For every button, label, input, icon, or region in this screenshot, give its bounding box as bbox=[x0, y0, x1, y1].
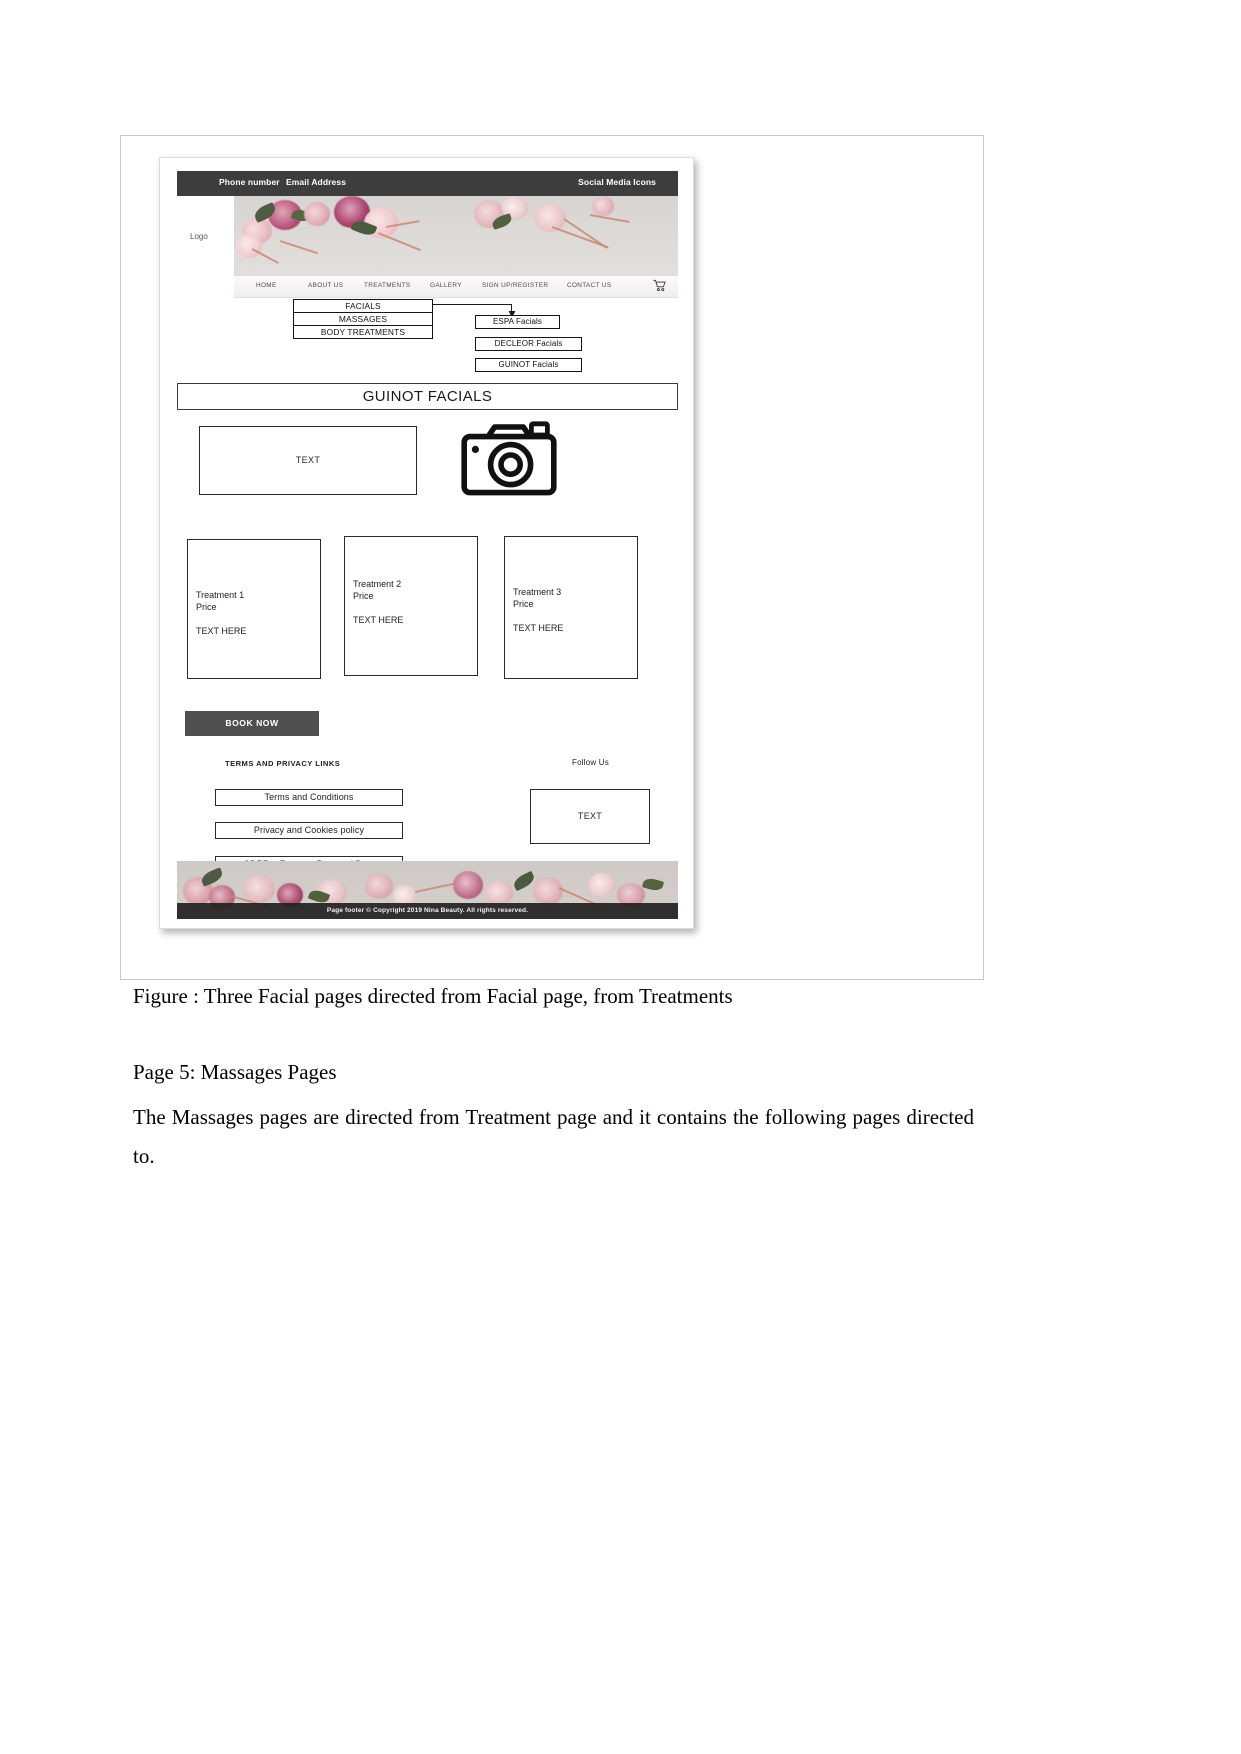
treatment-1-body: TEXT HERE bbox=[196, 626, 247, 636]
site-utility-bar: Phone number Email Address Social Media … bbox=[177, 171, 678, 196]
wireframe-canvas: Phone number Email Address Social Media … bbox=[177, 171, 678, 919]
follow-us-heading: Follow Us bbox=[572, 758, 609, 767]
follow-us-text: TEXT bbox=[577, 811, 603, 821]
page-title-banner: GUINOT FACIALS bbox=[177, 383, 678, 410]
footer-link-privacy-and-cookies[interactable]: Privacy and Cookies policy bbox=[215, 822, 403, 839]
treatment-3-body: TEXT HERE bbox=[513, 623, 564, 633]
document-page: Phone number Email Address Social Media … bbox=[0, 0, 1241, 1754]
figure-frame: Phone number Email Address Social Media … bbox=[120, 135, 984, 980]
figure-caption: Figure : Three Facial pages directed fro… bbox=[133, 984, 733, 1008]
section-heading: Page 5: Massages Pages bbox=[133, 1060, 337, 1084]
treatment-1-name: Treatment 1 bbox=[196, 590, 245, 600]
camera-icon bbox=[461, 421, 557, 496]
footer-flower-banner: Page footer © Copyright 2019 Nina Beauty… bbox=[177, 861, 678, 919]
treatment-2-name: Treatment 2 bbox=[353, 579, 402, 589]
treatment-1-price: Price bbox=[196, 602, 217, 612]
book-now-button[interactable]: BOOK NOW bbox=[185, 711, 319, 736]
treatment-card-1[interactable]: Treatment 1 Price TEXT HERE bbox=[187, 539, 321, 679]
copyright-text: Page footer © Copyright 2019 Nina Beauty… bbox=[326, 907, 529, 914]
body-paragraph: The Massages pages are directed from Tre… bbox=[133, 1105, 974, 1168]
footer-link-terms-and-conditions[interactable]: Terms and Conditions bbox=[215, 789, 403, 806]
intro-text-placeholder: TEXT bbox=[199, 426, 417, 495]
treatment-card-3[interactable]: Treatment 3 Price TEXT HERE bbox=[504, 536, 638, 679]
intro-text-label: TEXT bbox=[295, 455, 321, 465]
treatment-3-name: Treatment 3 bbox=[513, 587, 562, 597]
page-title: GUINOT FACIALS bbox=[362, 388, 493, 405]
dropdown-item-espa-facials[interactable]: ESPA Facials bbox=[475, 315, 560, 329]
phone-number-label[interactable]: Phone number bbox=[219, 177, 280, 187]
follow-us-placeholder: TEXT bbox=[530, 789, 650, 844]
site-logo-placeholder[interactable]: Logo bbox=[177, 196, 235, 276]
logo-label: Logo bbox=[190, 232, 208, 241]
hero-flower-image bbox=[234, 196, 678, 276]
dropdown-item-body-treatments[interactable]: BODY TREATMENTS bbox=[293, 325, 433, 339]
main-navigation: HOME ABOUT US TREATMENTS GALLERY SIGN UP… bbox=[234, 276, 678, 298]
nav-item-home[interactable]: HOME bbox=[256, 282, 277, 289]
website-wireframe-mockup: Phone number Email Address Social Media … bbox=[159, 157, 694, 929]
book-now-label: BOOK NOW bbox=[225, 718, 279, 728]
hero-banner: Logo bbox=[177, 196, 678, 276]
shopping-cart-icon[interactable] bbox=[653, 279, 667, 292]
treatment-2-body: TEXT HERE bbox=[353, 615, 404, 625]
terms-and-privacy-heading: TERMS AND PRIVACY LINKS bbox=[225, 759, 341, 768]
treatment-3-price: Price bbox=[513, 599, 534, 609]
connector-line-horizontal bbox=[433, 304, 512, 306]
dropdown-item-guinot-facials[interactable]: GUINOT Facials bbox=[475, 358, 582, 372]
nav-item-contact-us[interactable]: CONTACT US bbox=[567, 282, 611, 289]
treatment-card-2[interactable]: Treatment 2 Price TEXT HERE bbox=[344, 536, 478, 676]
nav-item-sign-up[interactable]: SIGN UP/REGISTER bbox=[482, 282, 548, 289]
dropdown-item-facials[interactable]: FACIALS bbox=[293, 299, 433, 313]
footer-copyright-bar: Page footer © Copyright 2019 Nina Beauty… bbox=[177, 903, 678, 919]
dropdown-item-massages[interactable]: MASSAGES bbox=[293, 312, 433, 326]
nav-item-treatments[interactable]: TREATMENTS bbox=[364, 282, 410, 289]
nav-item-gallery[interactable]: GALLERY bbox=[430, 282, 462, 289]
nav-item-about-us[interactable]: ABOUT US bbox=[308, 282, 343, 289]
treatment-2-price: Price bbox=[353, 591, 374, 601]
dropdown-item-decleor-facials[interactable]: DECLEOR Facials bbox=[475, 337, 582, 351]
social-media-icons-label[interactable]: Social Media Icons bbox=[578, 177, 656, 187]
email-address-label[interactable]: Email Address bbox=[286, 177, 346, 187]
